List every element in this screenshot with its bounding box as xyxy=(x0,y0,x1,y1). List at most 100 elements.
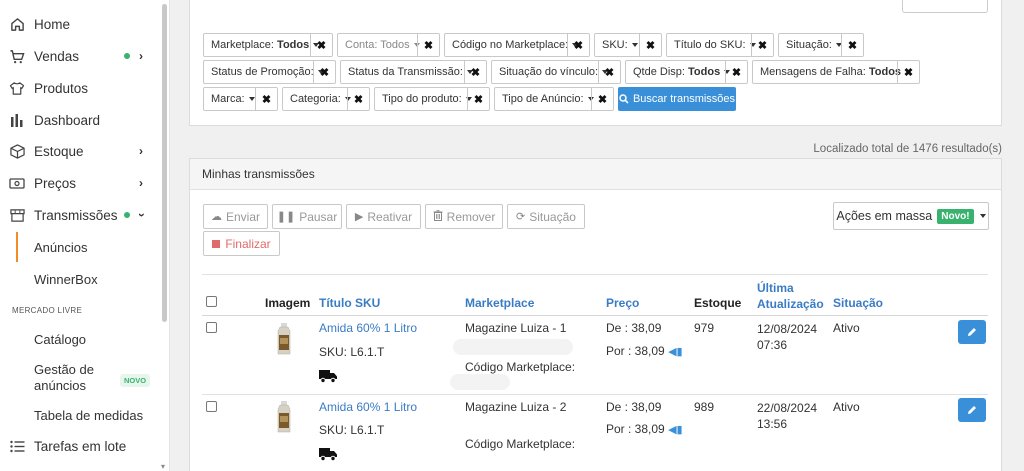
filter-codigo-marketplace[interactable]: Código no Marketplace: ✖ xyxy=(444,33,590,57)
filter-situacao[interactable]: Situação: ✖ xyxy=(778,33,864,57)
top-right-control[interactable] xyxy=(902,0,988,13)
truck-icon xyxy=(319,447,337,464)
megaphone-icon[interactable]: ◀▮ xyxy=(668,424,683,436)
header-marketplace[interactable]: Marketplace xyxy=(465,296,534,310)
sidebar-item-dashboard[interactable]: Dashboard xyxy=(0,105,160,135)
chevron-right-icon: › xyxy=(139,144,143,158)
filter-status-transmissao[interactable]: Status da Transmissão: ✖ xyxy=(340,60,487,84)
status-dot xyxy=(124,212,130,218)
sidebar-item-label: Gestão de anúncios xyxy=(34,362,94,394)
remove-filter-icon[interactable]: ✖ xyxy=(591,88,613,110)
sidebar-scrollbar[interactable] xyxy=(162,4,167,322)
send-button[interactable]: ☁ Enviar xyxy=(203,204,268,229)
product-image[interactable] xyxy=(276,401,292,436)
remove-filter-icon[interactable]: ✖ xyxy=(310,34,332,56)
header-line-1: Última xyxy=(757,281,794,295)
row-checkbox[interactable] xyxy=(206,322,217,333)
divider xyxy=(202,274,988,275)
sidebar-item-tarefas-lote[interactable]: Tarefas em lote xyxy=(0,431,160,461)
remove-filter-icon[interactable]: ✖ xyxy=(841,34,863,56)
product-image[interactable] xyxy=(276,323,292,358)
filter-label: Tipo do produto: xyxy=(382,93,462,105)
sidebar-item-tabela-medidas[interactable]: Tabela de medidas xyxy=(0,400,160,430)
sidebar-item-label: Home xyxy=(34,16,71,32)
remove-filter-icon[interactable]: ✖ xyxy=(464,61,486,83)
filter-tipo-produto[interactable]: Tipo do produto: ✖ xyxy=(374,87,490,111)
truck-icon xyxy=(319,369,337,386)
remove-filter-icon[interactable]: ✖ xyxy=(725,61,747,83)
sidebar-item-estoque[interactable]: Estoque › xyxy=(0,136,160,166)
sidebar-item-anuncios[interactable]: Anúncios xyxy=(0,232,160,262)
sidebar-item-transmissoes[interactable]: Transmissões › xyxy=(0,200,160,230)
scroll-down-arrow-icon[interactable]: ▾ xyxy=(161,462,165,471)
header-preco[interactable]: Preço xyxy=(606,296,639,310)
remove-filter-icon[interactable]: ✖ xyxy=(313,61,335,83)
edit-button[interactable] xyxy=(958,398,986,422)
button-label: Pausar xyxy=(299,209,338,224)
sidebar-item-home[interactable]: Home xyxy=(0,9,160,39)
filter-status-promocao[interactable]: Status de Promoção: ✖ xyxy=(203,60,336,84)
filter-label: Código no Marketplace: xyxy=(452,39,569,51)
select-all-checkbox[interactable] xyxy=(206,296,217,307)
filter-marca[interactable]: Marca: ✖ xyxy=(203,87,278,111)
filter-label: Conta: Todos xyxy=(345,39,410,51)
filter-qtde-disp[interactable]: Qtde Disp: Todos ✖ xyxy=(625,60,748,84)
megaphone-icon[interactable]: ◀▮ xyxy=(668,346,683,358)
play-icon: ▶ xyxy=(354,211,364,223)
finalize-button[interactable]: Finalizar xyxy=(203,231,280,256)
filter-situacao-vinculo[interactable]: Situação do vínculo: ✖ xyxy=(491,60,621,84)
sidebar-item-label: Dashboard xyxy=(34,112,101,128)
filter-tipo-anuncio[interactable]: Tipo de Anúncio: ✖ xyxy=(494,87,614,111)
bulk-actions-dropdown[interactable]: Ações em massa Novo! xyxy=(833,202,989,230)
header-situacao[interactable]: Situação xyxy=(833,296,883,310)
header-titulo-sku[interactable]: Título SKU xyxy=(319,296,380,310)
filter-categoria[interactable]: Categoria: ✖ xyxy=(282,87,370,111)
filter-label: Categoria: xyxy=(290,93,341,105)
sidebar-item-winnerbox[interactable]: WinnerBox xyxy=(0,264,160,294)
row-checkbox[interactable] xyxy=(206,401,217,412)
remove-filter-icon[interactable]: ✖ xyxy=(567,34,589,56)
pencil-icon xyxy=(968,328,976,336)
sidebar-item-catalogo[interactable]: Catálogo xyxy=(0,324,160,354)
product-title-link[interactable]: Amida 60% 1 Litro xyxy=(319,321,417,335)
filter-marketplace[interactable]: Marketplace: Todos ✖ xyxy=(203,33,333,57)
chevron-right-icon: › xyxy=(139,176,143,190)
pause-button[interactable]: ❚❚ Pausar xyxy=(272,204,342,229)
sidebar-item-vendas[interactable]: Vendas › xyxy=(0,41,160,71)
status-button[interactable]: ⟳ Situação xyxy=(507,204,585,229)
button-label: Situação xyxy=(529,209,576,224)
remove-filter-icon[interactable]: ✖ xyxy=(751,34,773,56)
reactivate-button[interactable]: ▶ Reativar xyxy=(346,204,421,229)
remove-filter-icon[interactable]: ✖ xyxy=(417,34,439,56)
product-title-link[interactable]: Amida 60% 1 Litro xyxy=(319,400,417,414)
remove-filter-icon[interactable]: ✖ xyxy=(639,34,661,56)
remove-filter-icon[interactable]: ✖ xyxy=(897,61,919,83)
remove-button[interactable]: Remover xyxy=(425,204,503,229)
button-label: Finalizar xyxy=(225,236,271,251)
header-line-2: Atualização xyxy=(757,297,824,311)
filter-conta[interactable]: Conta: Todos ✖ xyxy=(337,33,440,57)
stock-value: 979 xyxy=(694,321,715,335)
filter-mensagens-falha[interactable]: Mensagens de Falha: Todos ✖ xyxy=(752,60,920,84)
new-badge: NOVO xyxy=(120,374,151,387)
remove-filter-icon[interactable]: ✖ xyxy=(598,61,620,83)
search-transmissions-button[interactable]: Buscar transmissões xyxy=(618,87,736,111)
filter-titulo-sku[interactable]: Título do SKU: ✖ xyxy=(666,33,774,57)
filter-label: SKU: xyxy=(602,39,628,51)
remove-filter-icon[interactable]: ✖ xyxy=(255,88,277,110)
header-ultima-atualizacao[interactable]: Última Atualização xyxy=(757,280,824,312)
remove-filter-icon[interactable]: ✖ xyxy=(467,88,489,110)
home-icon xyxy=(9,16,25,32)
new-badge: Novo! xyxy=(937,208,974,224)
sidebar-item-label: Catálogo xyxy=(34,331,87,347)
price-de: De : 38,09 xyxy=(606,400,662,414)
filter-sku[interactable]: SKU: ✖ xyxy=(594,33,662,57)
sidebar-item-precos[interactable]: Preços › xyxy=(0,168,160,198)
edit-button[interactable] xyxy=(958,320,986,344)
remove-filter-icon[interactable]: ✖ xyxy=(347,88,369,110)
redacted-field xyxy=(450,374,510,390)
sidebar-item-produtos[interactable]: Produtos xyxy=(0,73,160,103)
divider xyxy=(202,394,988,395)
price-por-value: Por : 38,09 xyxy=(606,422,665,436)
price-por-value: Por : 38,09 xyxy=(606,344,665,358)
